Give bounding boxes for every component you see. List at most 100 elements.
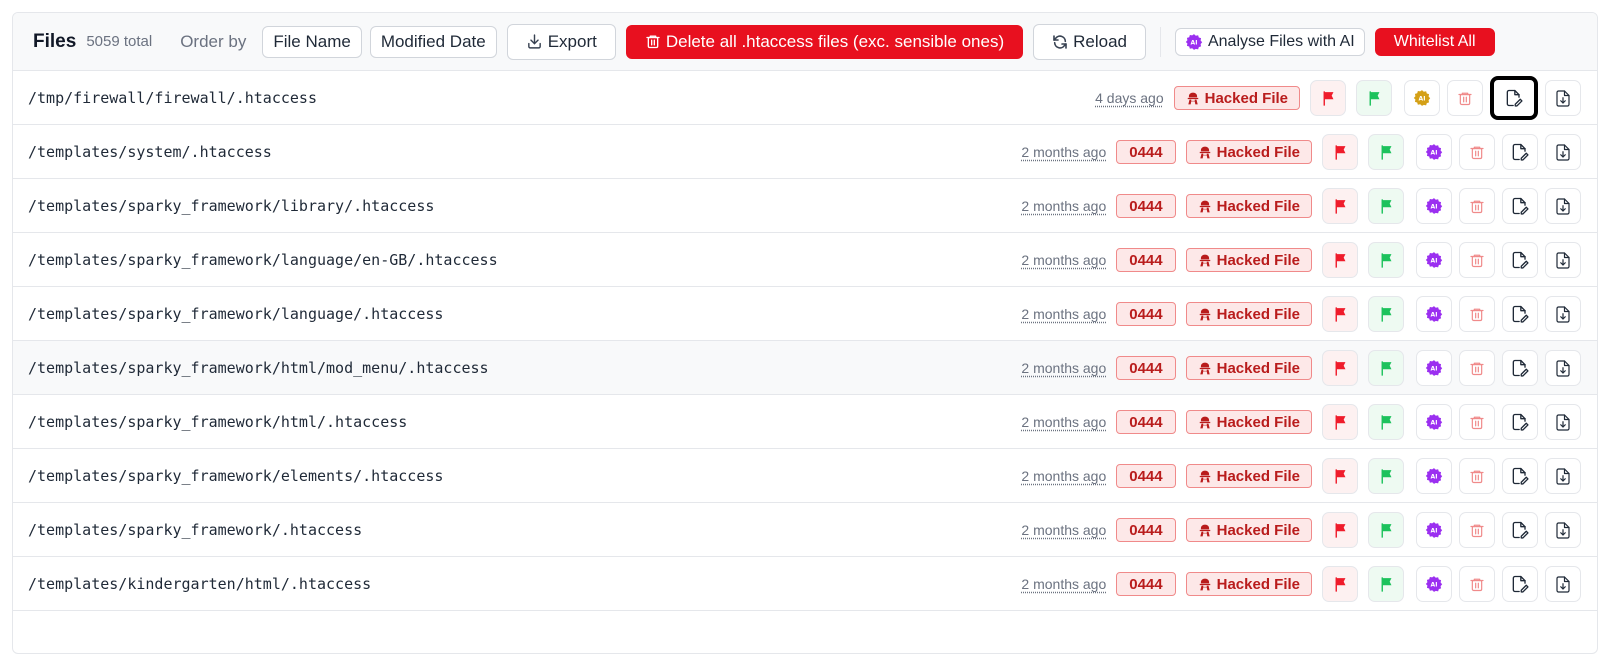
hacked-file-badge: Hacked File bbox=[1185, 194, 1312, 218]
mark-safe-button[interactable] bbox=[1356, 80, 1392, 116]
file-path: /templates/sparky_framework/library/.hta… bbox=[28, 197, 435, 215]
edit-file-button[interactable] bbox=[1502, 296, 1538, 332]
download-file-button[interactable] bbox=[1545, 350, 1581, 386]
mark-safe-button[interactable] bbox=[1368, 188, 1404, 224]
analyse-file-ai-button[interactable]: AI bbox=[1416, 134, 1452, 170]
trash-icon bbox=[1470, 200, 1484, 213]
download-file-button[interactable] bbox=[1545, 80, 1581, 116]
analyse-file-ai-button[interactable]: AI bbox=[1404, 80, 1440, 116]
analyse-file-ai-button[interactable]: AI bbox=[1416, 566, 1452, 602]
delete-file-button[interactable] bbox=[1459, 458, 1495, 494]
analyse-file-ai-button[interactable]: AI bbox=[1416, 242, 1452, 278]
flag-icon bbox=[1381, 144, 1391, 160]
delete-file-button[interactable] bbox=[1459, 296, 1495, 332]
svg-text:AI: AI bbox=[1431, 257, 1438, 264]
mark-safe-button[interactable] bbox=[1368, 458, 1404, 494]
analyse-file-ai-button[interactable]: AI bbox=[1416, 296, 1452, 332]
delete-file-button[interactable] bbox=[1459, 188, 1495, 224]
trash-icon bbox=[1470, 362, 1484, 375]
delete-file-button[interactable] bbox=[1459, 134, 1495, 170]
delete-file-button[interactable] bbox=[1459, 566, 1495, 602]
mark-safe-button[interactable] bbox=[1368, 566, 1404, 602]
edit-file-button[interactable] bbox=[1502, 458, 1538, 494]
edit-file-button[interactable] bbox=[1502, 134, 1538, 170]
analyse-file-ai-button[interactable]: AI bbox=[1416, 188, 1452, 224]
mark-safe-button[interactable] bbox=[1368, 242, 1404, 278]
edit-file-button[interactable] bbox=[1502, 242, 1538, 278]
modified-time: 2 months ago bbox=[1021, 144, 1107, 160]
flag-hacked-button[interactable] bbox=[1322, 404, 1358, 440]
hacked-file-badge: Hacked File bbox=[1185, 302, 1312, 326]
mark-safe-button[interactable] bbox=[1368, 350, 1404, 386]
delete-file-button[interactable] bbox=[1447, 80, 1483, 116]
download-file-button[interactable] bbox=[1545, 458, 1581, 494]
file-edit-icon bbox=[1512, 359, 1529, 377]
delete-file-button[interactable] bbox=[1459, 404, 1495, 440]
file-download-icon bbox=[1556, 359, 1570, 377]
flag-hacked-button[interactable] bbox=[1322, 134, 1358, 170]
sort-file-name-button[interactable]: File Name bbox=[262, 25, 362, 58]
flag-hacked-button[interactable] bbox=[1322, 566, 1358, 602]
mark-safe-button[interactable] bbox=[1368, 296, 1404, 332]
file-row: /templates/sparky_framework/elements/.ht… bbox=[13, 449, 1597, 503]
mark-safe-button[interactable] bbox=[1368, 404, 1404, 440]
modified-time: 2 months ago bbox=[1021, 414, 1107, 430]
flag-hacked-button[interactable] bbox=[1310, 80, 1346, 116]
flag-hacked-button[interactable] bbox=[1322, 350, 1358, 386]
edit-file-button[interactable] bbox=[1502, 188, 1538, 224]
download-file-button[interactable] bbox=[1545, 242, 1581, 278]
file-path: /templates/sparky_framework/language/.ht… bbox=[28, 305, 444, 323]
edit-file-button[interactable] bbox=[1502, 566, 1538, 602]
analyse-file-ai-button[interactable]: AI bbox=[1416, 458, 1452, 494]
download-file-button[interactable] bbox=[1545, 512, 1581, 548]
flag-icon bbox=[1335, 306, 1345, 322]
mark-safe-button[interactable] bbox=[1368, 512, 1404, 548]
permission-badge: 0444 bbox=[1116, 572, 1176, 596]
flag-hacked-button[interactable] bbox=[1322, 188, 1358, 224]
analyse-file-ai-button[interactable]: AI bbox=[1416, 404, 1452, 440]
file-row-actions: 2 months ago 0444 Hacked File AI bbox=[1021, 449, 1581, 503]
flag-hacked-button[interactable] bbox=[1322, 512, 1358, 548]
reload-button[interactable]: Reload bbox=[1033, 23, 1146, 60]
flag-hacked-button[interactable] bbox=[1322, 242, 1358, 278]
edit-file-button[interactable] bbox=[1490, 76, 1538, 120]
edit-file-button[interactable] bbox=[1502, 512, 1538, 548]
analyse-files-ai-button[interactable]: AI Analyse Files with AI bbox=[1174, 27, 1365, 56]
edit-file-button[interactable] bbox=[1502, 350, 1538, 386]
modified-time: 2 months ago bbox=[1021, 360, 1107, 376]
file-row-actions: 2 months ago 0444 Hacked File AI bbox=[1021, 287, 1581, 341]
svg-text:AI: AI bbox=[1431, 527, 1438, 534]
flag-icon bbox=[1335, 360, 1345, 376]
ai-chip-icon: AI bbox=[1425, 576, 1443, 592]
file-edit-icon bbox=[1512, 143, 1529, 161]
whitelist-all-button[interactable]: Whitelist All bbox=[1374, 27, 1495, 56]
flag-icon bbox=[1381, 576, 1391, 592]
ai-chip-icon: AI bbox=[1425, 198, 1443, 214]
flag-hacked-button[interactable] bbox=[1322, 296, 1358, 332]
flag-hacked-button[interactable] bbox=[1322, 458, 1358, 494]
mark-safe-button[interactable] bbox=[1368, 134, 1404, 170]
modified-time: 2 months ago bbox=[1021, 468, 1107, 484]
svg-text:AI: AI bbox=[1431, 419, 1438, 426]
download-file-button[interactable] bbox=[1545, 296, 1581, 332]
download-file-button[interactable] bbox=[1545, 188, 1581, 224]
analyse-file-ai-button[interactable]: AI bbox=[1416, 512, 1452, 548]
delete-file-button[interactable] bbox=[1459, 512, 1495, 548]
export-icon bbox=[527, 34, 541, 49]
flag-icon bbox=[1323, 90, 1333, 106]
export-button[interactable]: Export bbox=[506, 23, 616, 60]
delete-all-htaccess-button[interactable]: Delete all .htaccess files (exc. sensibl… bbox=[625, 24, 1024, 59]
analyse-file-ai-button[interactable]: AI bbox=[1416, 350, 1452, 386]
modified-time: 2 months ago bbox=[1021, 306, 1107, 322]
analyse-files-ai-label: Analyse Files with AI bbox=[1207, 32, 1355, 50]
files-panel: Files 5059 total Order by File Name Modi… bbox=[12, 12, 1598, 654]
modified-time: 4 days ago bbox=[1095, 90, 1164, 106]
download-file-button[interactable] bbox=[1545, 566, 1581, 602]
delete-file-button[interactable] bbox=[1459, 350, 1495, 386]
download-file-button[interactable] bbox=[1545, 404, 1581, 440]
delete-file-button[interactable] bbox=[1459, 242, 1495, 278]
download-file-button[interactable] bbox=[1545, 134, 1581, 170]
hacked-file-badge: Hacked File bbox=[1185, 410, 1312, 434]
sort-modified-date-button[interactable]: Modified Date bbox=[369, 25, 497, 58]
edit-file-button[interactable] bbox=[1502, 404, 1538, 440]
